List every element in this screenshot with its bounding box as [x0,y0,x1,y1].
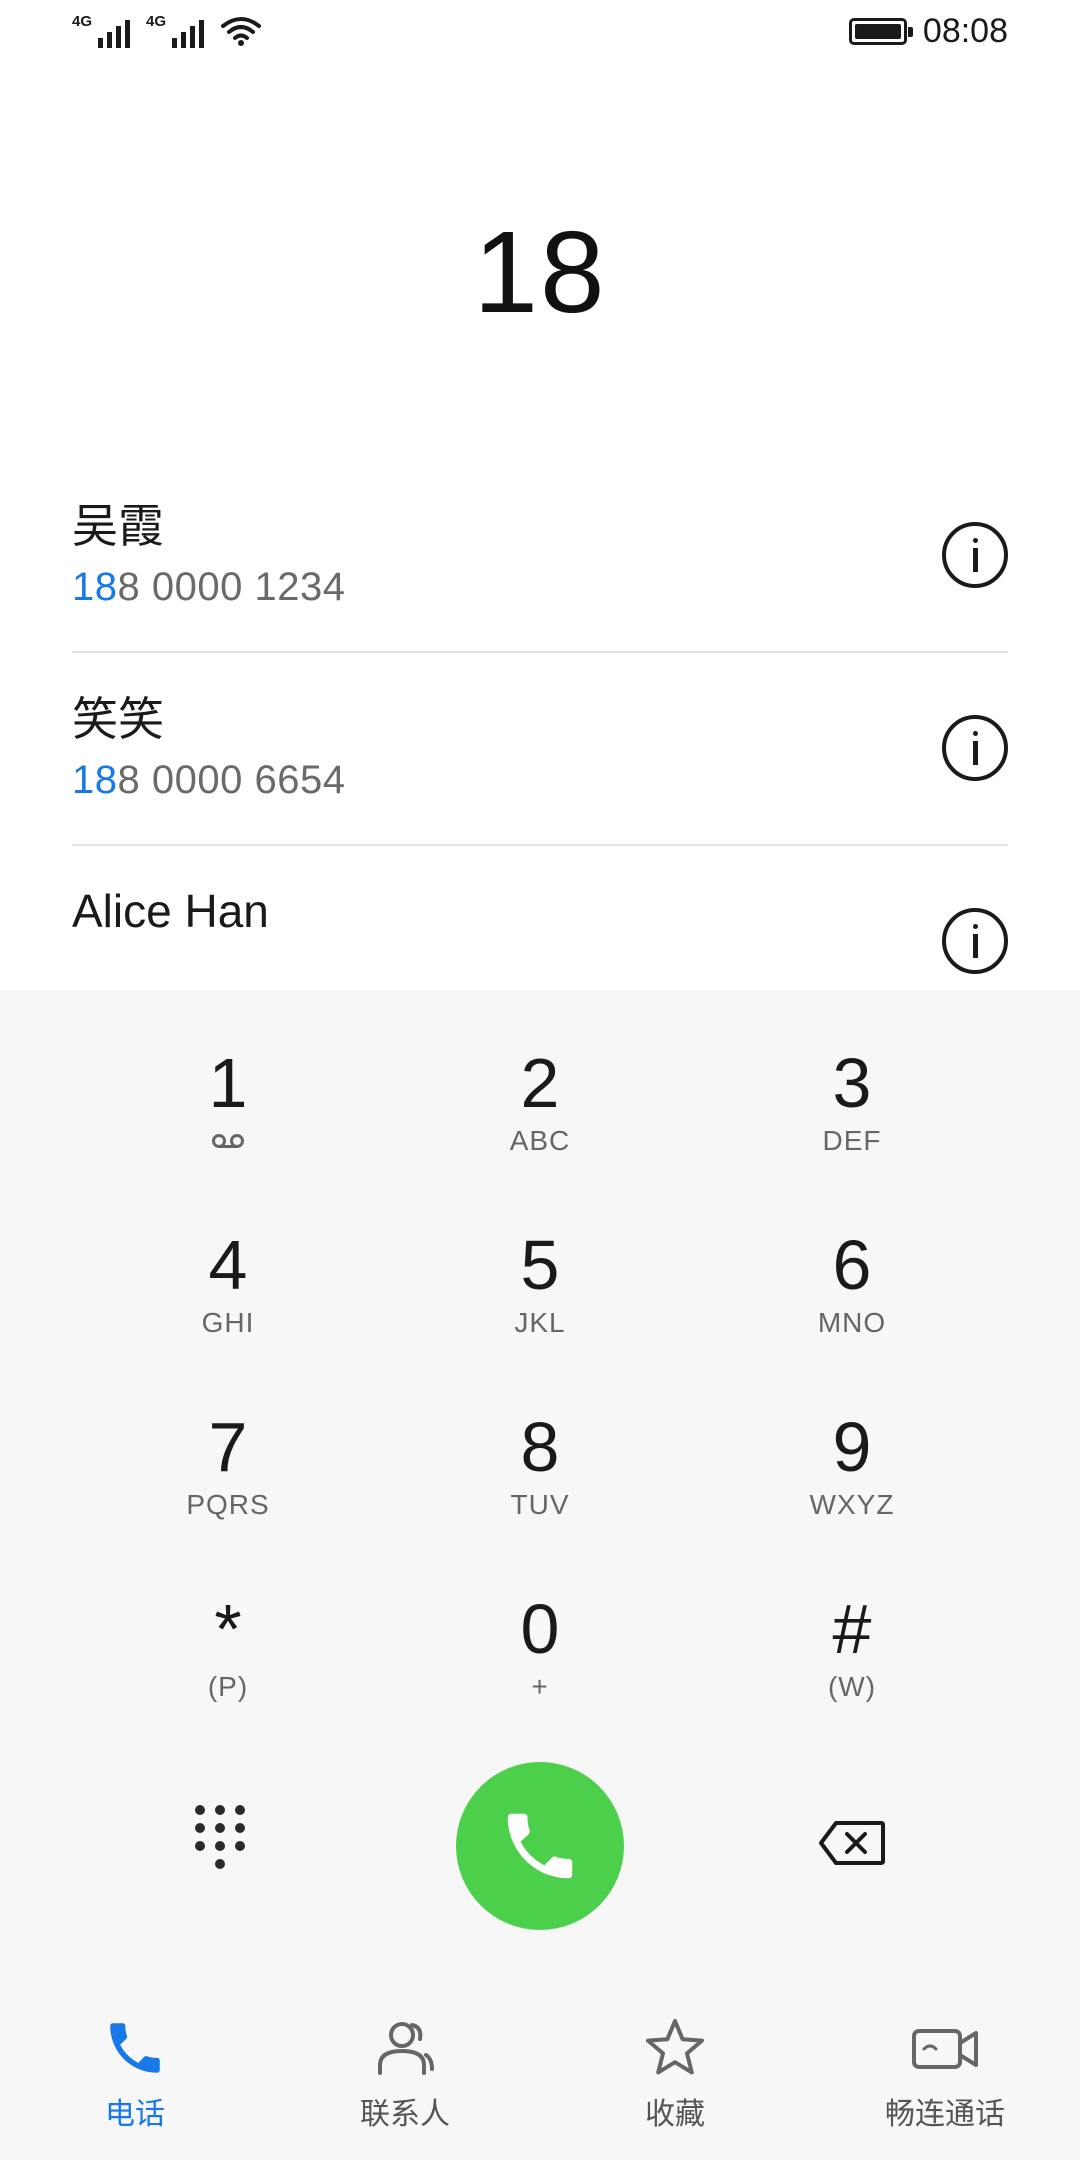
dialpad-keys: 1 2 ABC 3 DEF 4 GHI 5 JKL 6 MNO 7 PQRS 8… [0,1010,1080,1738]
contact-name: Alice Han [72,885,269,937]
key-letters: (W) [827,1671,877,1702]
key-letters: WXYZ [809,1489,895,1520]
status-bar: 4G 4G 08:08 [0,0,1080,62]
key-digit: 8 [520,1408,560,1486]
key-digit: 1 [208,1044,248,1122]
contacts-icon [370,2013,440,2083]
key-digit: * [214,1590,242,1668]
number-match: 18 [72,565,118,609]
contact-result[interactable]: 吴霞 188 0000 1234 [72,460,1008,653]
key-digit: 9 [832,1408,872,1486]
dial-key-3[interactable]: 3 DEF [696,1010,1008,1192]
contact-results: 吴霞 188 0000 1234 笑笑 188 0000 6654 Alice … [72,460,1008,1039]
key-digit: # [832,1590,872,1668]
key-letters: (P) [207,1671,249,1702]
dialpad-actions [0,1760,1080,1930]
dial-key-8[interactable]: 8 TUV [384,1374,696,1556]
phone-icon [100,2013,170,2083]
key-digit: 5 [520,1226,560,1304]
info-icon[interactable] [942,522,1008,588]
voicemail-icon [212,1123,244,1159]
cellular-signal-icon: 4G [146,14,204,48]
contact-name: 吴霞 [72,500,164,552]
dial-key-5[interactable]: 5 JKL [384,1192,696,1374]
clock: 08:08 [922,11,1008,50]
contact-number: 188 0000 1234 [72,565,345,610]
cellular-signal-icon: 4G [72,14,130,48]
network-type-label: 4G [72,13,93,30]
key-digit: 7 [208,1408,248,1486]
phone-icon [507,1813,573,1879]
contact-number: 188 0000 6654 [72,758,345,803]
dial-key-hash[interactable]: # (W) [696,1556,1008,1738]
key-digit: 0 [520,1590,560,1668]
nav-label: 电话 [105,2098,165,2131]
star-icon [640,2013,710,2083]
nav-favorites[interactable]: 收藏 [540,1985,810,2160]
nav-label: 收藏 [645,2098,705,2131]
call-button[interactable] [456,1762,624,1930]
key-digit: 4 [208,1226,248,1304]
dial-key-star[interactable]: * (P) [72,1556,384,1738]
key-letters: DEF [822,1125,882,1156]
key-letters: JKL [514,1307,566,1338]
key-letters: PQRS [186,1489,270,1520]
info-icon[interactable] [942,908,1008,974]
dial-key-2[interactable]: 2 ABC [384,1010,696,1192]
key-letters: GHI [201,1307,255,1338]
key-letters: ABC [509,1125,571,1156]
battery-icon [848,17,913,45]
nav-video-call[interactable]: 畅连通话 [810,1985,1080,2160]
number-match: 18 [72,758,118,802]
nav-contacts[interactable]: 联系人 [270,1985,540,2160]
nav-label: 畅连通话 [885,2098,1005,2131]
nav-phone[interactable]: 电话 [0,1985,270,2160]
status-left: 4G 4G [72,14,262,48]
key-letters: + [531,1671,549,1702]
status-right: 08:08 [848,11,1008,51]
bottom-nav: 电话 联系人 收藏 畅连通话 [0,1985,1080,2160]
dial-key-9[interactable]: 9 WXYZ [696,1374,1008,1556]
number-rest: 8 0000 6654 [117,758,346,802]
key-digit: 6 [832,1226,872,1304]
info-icon[interactable] [942,715,1008,781]
nav-label: 联系人 [360,2098,450,2131]
dialed-number[interactable]: 18 [0,205,1080,339]
dialer-screen: 4G 4G 08:08 18 吴霞 188 0000 1234 笑笑 188 0… [0,0,1080,2160]
dial-key-4[interactable]: 4 GHI [72,1192,384,1374]
key-digit: 2 [520,1044,560,1122]
contact-name: 笑笑 [72,693,164,745]
dialpad-icon[interactable] [195,1805,255,1885]
dial-key-7[interactable]: 7 PQRS [72,1374,384,1556]
dial-key-1[interactable]: 1 [72,1010,384,1192]
dial-key-6[interactable]: 6 MNO [696,1192,1008,1374]
key-digit: 3 [832,1044,872,1122]
dial-key-0[interactable]: 0 + [384,1556,696,1738]
contact-result[interactable]: 笑笑 188 0000 6654 [72,653,1008,846]
backspace-icon[interactable] [818,1820,886,1866]
video-call-icon [910,2013,980,2083]
key-letters: TUV [510,1489,570,1520]
network-type-label: 4G [146,13,167,30]
wifi-icon [221,17,261,46]
key-letters: MNO [817,1307,887,1338]
number-rest: 8 0000 1234 [117,565,346,609]
